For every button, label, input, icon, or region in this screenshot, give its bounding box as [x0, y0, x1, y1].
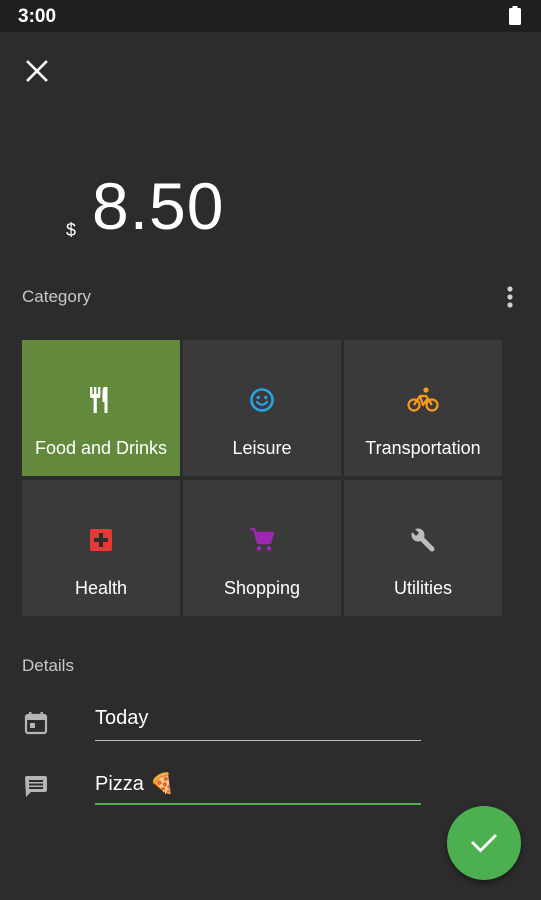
- restaurant-icon: [90, 387, 108, 413]
- calendar-icon: [24, 712, 48, 735]
- comment-icon: [25, 776, 47, 797]
- close-button[interactable]: [18, 52, 56, 90]
- category-grid: Food and Drinks Leisure Transportation H…: [22, 340, 502, 616]
- details-heading: Details: [22, 656, 74, 675]
- date-field-underline: [95, 740, 421, 741]
- medical-cross-icon: [90, 529, 112, 551]
- bike-icon: [407, 387, 439, 412]
- status-bar: 3:00: [0, 0, 541, 32]
- category-utilities[interactable]: Utilities: [344, 480, 502, 616]
- battery-full-icon: [509, 6, 521, 25]
- status-time: 3:00: [18, 6, 57, 27]
- category-label: Transportation: [365, 438, 481, 458]
- category-heading: Category: [22, 287, 91, 306]
- note-field-underline: [95, 803, 421, 805]
- category-transportation[interactable]: Transportation: [344, 340, 502, 476]
- category-label: Health: [74, 578, 128, 598]
- currency-symbol: $: [66, 220, 77, 240]
- category-label: Shopping: [223, 578, 301, 598]
- note-value: Pizza 🍕: [95, 773, 175, 795]
- check-icon: [471, 834, 497, 853]
- smiley-icon: [250, 388, 274, 412]
- date-value: Today: [95, 707, 149, 729]
- category-label: Food and Drinks: [34, 438, 168, 458]
- more-vert-icon: [507, 286, 513, 308]
- amount-value: 8.50: [92, 169, 225, 243]
- more-options-button[interactable]: [498, 282, 522, 312]
- category-label: Leisure: [232, 438, 292, 458]
- category-label: Utilities: [393, 578, 452, 598]
- close-icon: [26, 60, 48, 82]
- note-field[interactable]: Pizza 🍕: [95, 769, 421, 805]
- confirm-button[interactable]: [447, 806, 521, 880]
- wrench-icon: [411, 528, 435, 552]
- date-field[interactable]: Today: [95, 705, 421, 741]
- category-food-and-drinks[interactable]: Food and Drinks: [22, 340, 180, 476]
- category-shopping[interactable]: Shopping: [183, 480, 341, 616]
- shopping-cart-icon: [250, 527, 275, 551]
- category-leisure[interactable]: Leisure: [183, 340, 341, 476]
- category-health[interactable]: Health: [22, 480, 180, 616]
